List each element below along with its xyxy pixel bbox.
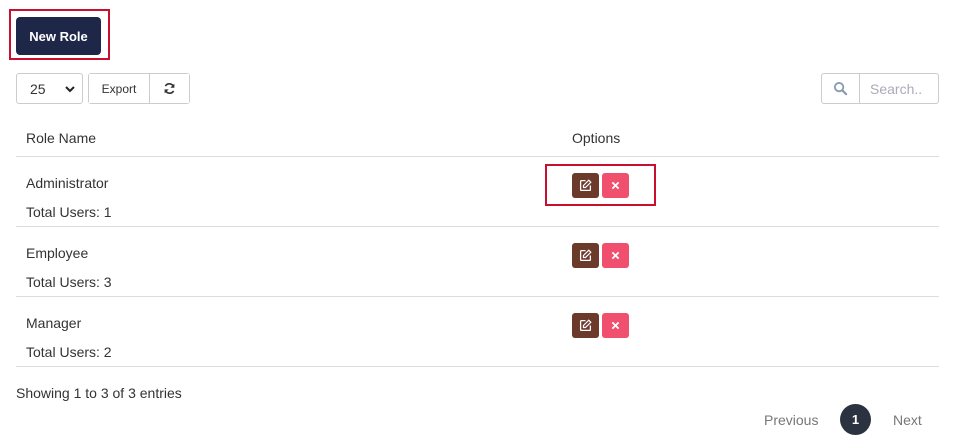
table-header: Role Name Options <box>16 120 939 157</box>
page-size-select[interactable]: 25 <box>16 73 83 104</box>
search-button[interactable] <box>821 73 860 104</box>
role-name: Manager <box>26 315 82 331</box>
edit-button[interactable] <box>572 243 599 268</box>
pagination-previous[interactable]: Previous <box>764 412 818 437</box>
table-row: Administrator Total Users: 1 <box>16 157 939 227</box>
edit-icon <box>579 319 592 332</box>
refresh-button[interactable] <box>150 74 189 103</box>
role-users-count: Total Users: 3 <box>26 274 112 290</box>
role-name: Employee <box>26 245 89 261</box>
close-icon <box>611 251 620 260</box>
refresh-icon <box>164 83 175 94</box>
column-header-role-name[interactable]: Role Name <box>26 130 96 146</box>
pagination-next[interactable]: Next <box>893 412 922 437</box>
edit-button[interactable] <box>572 173 599 198</box>
new-role-button[interactable]: New Role <box>16 17 101 55</box>
pagination-page-1[interactable]: 1 <box>840 404 871 435</box>
row-options <box>572 313 629 338</box>
search-box <box>821 73 939 104</box>
chevron-down-icon <box>65 86 75 93</box>
export-button[interactable]: Export <box>89 74 150 103</box>
table-info: Showing 1 to 3 of 3 entries <box>16 385 182 401</box>
table-row: Employee Total Users: 3 <box>16 227 939 297</box>
edit-icon <box>579 249 592 262</box>
close-icon <box>611 181 620 190</box>
column-header-options: Options <box>572 130 621 146</box>
table-toolbar: 25 Export <box>16 73 190 104</box>
search-input[interactable] <box>860 73 939 104</box>
delete-button[interactable] <box>602 173 629 198</box>
page-size-value: 25 <box>30 80 46 97</box>
row-options <box>572 243 629 268</box>
role-name: Administrator <box>26 175 109 191</box>
table-row: Manager Total Users: 2 <box>16 297 939 367</box>
edit-icon <box>579 179 592 192</box>
delete-button[interactable] <box>602 313 629 338</box>
delete-button[interactable] <box>602 243 629 268</box>
export-button-group: Export <box>88 73 190 104</box>
role-users-count: Total Users: 1 <box>26 204 112 220</box>
roles-table: Role Name Options Administrator Total Us… <box>16 120 939 367</box>
search-icon <box>833 81 848 96</box>
row-options <box>572 173 629 198</box>
edit-button[interactable] <box>572 313 599 338</box>
close-icon <box>611 321 620 330</box>
role-users-count: Total Users: 2 <box>26 344 112 360</box>
